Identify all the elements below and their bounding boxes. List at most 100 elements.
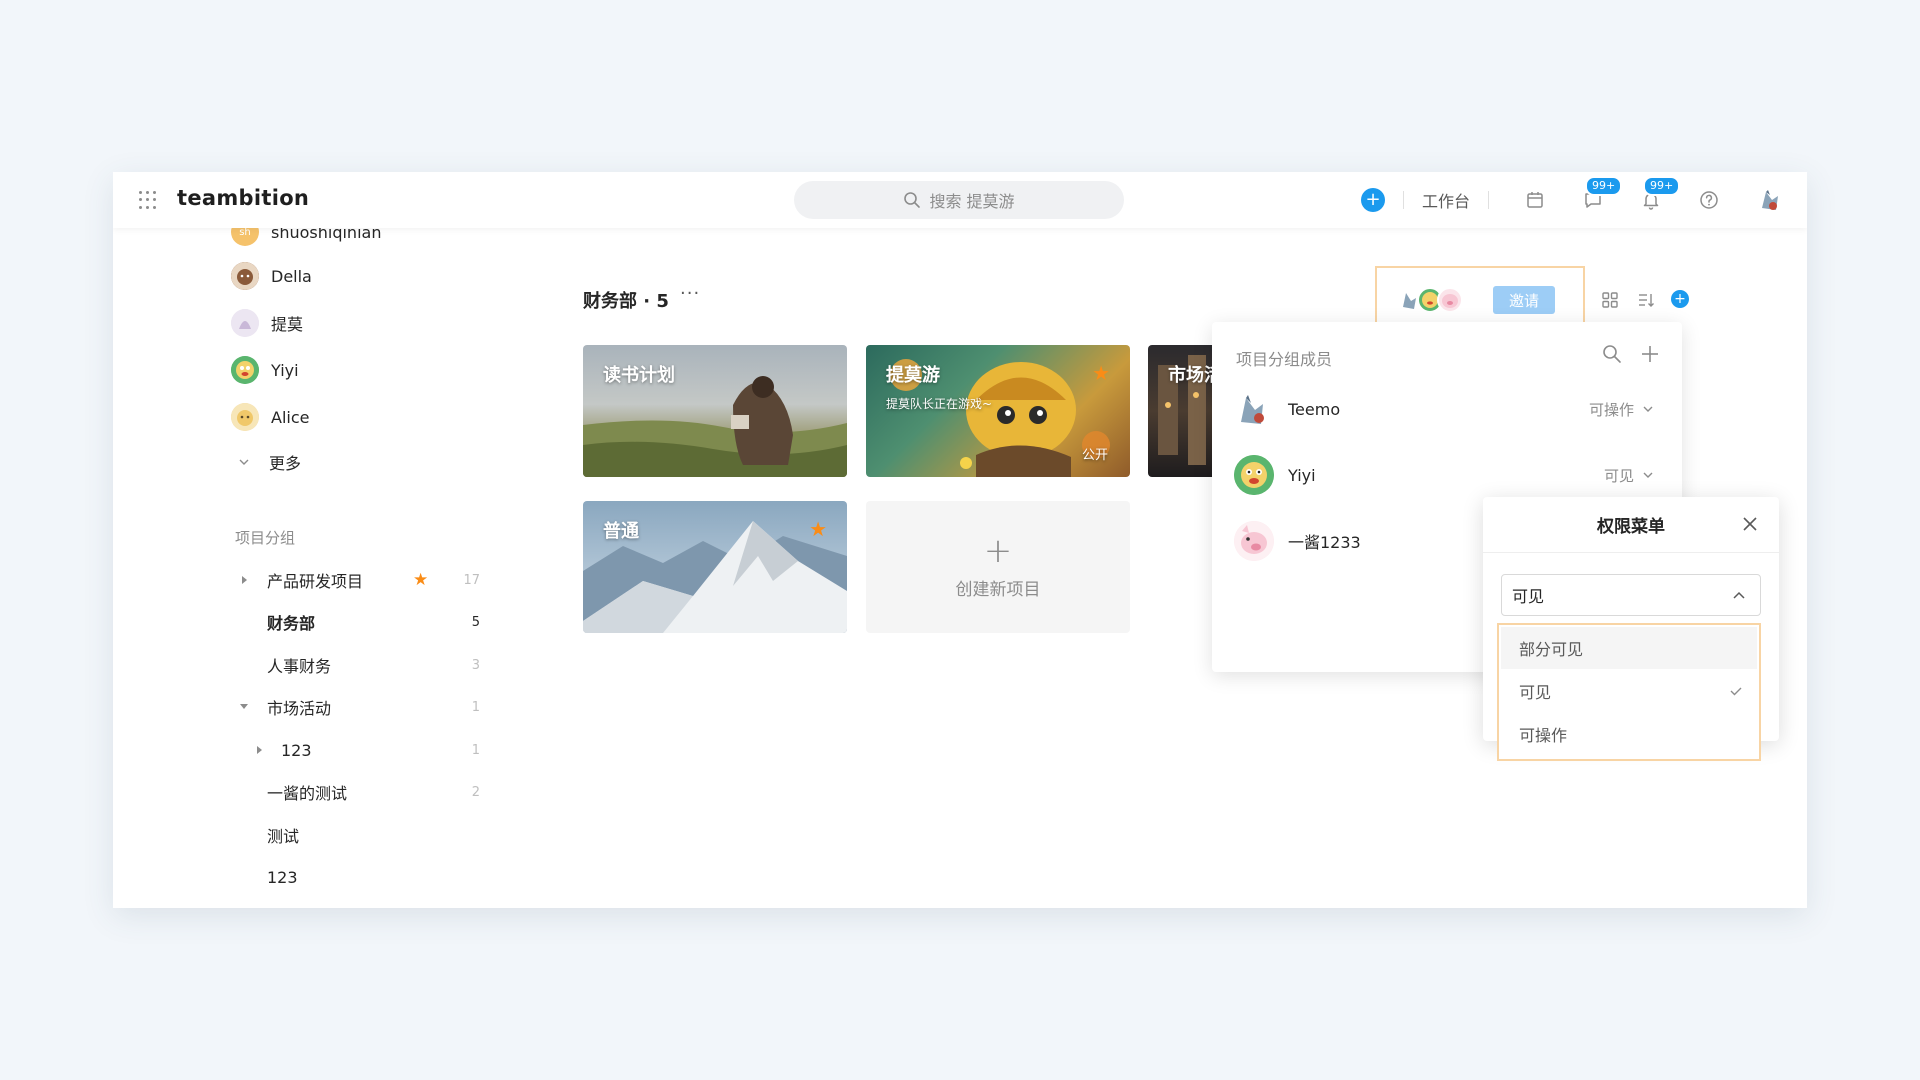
avatar (231, 309, 259, 337)
grid-view-icon[interactable] (1600, 290, 1620, 310)
search-bar[interactable]: 搜索 提莫游 (794, 181, 1124, 219)
chevron-down-icon (1643, 472, 1653, 478)
user-avatar[interactable] (1755, 185, 1785, 215)
permission-options-list: 部分可见 可见 可操作 (1497, 623, 1761, 761)
chevron-down-icon (1643, 406, 1653, 412)
member-avatar-stack[interactable] (1397, 287, 1463, 313)
search-icon (904, 192, 921, 208)
plus-icon: + (983, 530, 1013, 571)
sidebar-group-item[interactable]: 产品研发项目 ★ 17 (113, 565, 533, 595)
section-more-button[interactable]: ··· (680, 283, 700, 304)
project-title: 提莫游 (886, 365, 940, 386)
group-count: 2 (471, 784, 480, 800)
star-icon[interactable]: ★ (809, 517, 827, 541)
divider (1402, 191, 1404, 209)
sidebar-group-item[interactable]: 人事财务 3 (113, 650, 533, 680)
sidebar-group-item[interactable]: 市场活动 1 (113, 692, 533, 722)
help-icon[interactable] (1697, 188, 1721, 212)
group-label: 123 (281, 740, 312, 760)
workbench-link[interactable]: 工作台 (1422, 188, 1470, 212)
calendar-icon[interactable] (1523, 188, 1547, 212)
group-section-title: 项目分组 (235, 529, 296, 547)
notification-badge: 99+ (1643, 176, 1681, 196)
message-icon[interactable]: 99+ (1581, 176, 1623, 212)
project-card[interactable]: 普通 ★ (583, 501, 847, 633)
avatar (1234, 521, 1274, 561)
member-name: 提莫 (271, 315, 304, 334)
permission-option[interactable]: 可操作 (1501, 713, 1757, 755)
project-title: 读书计划 (603, 365, 675, 386)
sidebar-member[interactable]: Yiyi (231, 356, 299, 384)
group-count: 5 (471, 614, 480, 630)
bell-icon[interactable]: 99+ (1639, 176, 1681, 212)
app-grid-icon[interactable] (139, 191, 157, 209)
permission-option[interactable]: 部分可见 (1501, 627, 1757, 669)
sort-icon[interactable] (1636, 290, 1656, 310)
member-name: Alice (271, 407, 310, 427)
sidebar-group-item[interactable]: 测试 (113, 820, 533, 850)
member-name: Teemo (1288, 399, 1341, 419)
group-label: 一酱的测试 (267, 784, 348, 803)
sidebar-member[interactable]: Alice (231, 403, 309, 431)
more-members-toggle[interactable]: 更多 (237, 450, 301, 474)
group-label: 财务部 (267, 614, 316, 633)
group-count: 1 (471, 742, 480, 758)
expand-right-icon (257, 746, 262, 754)
member-row[interactable]: Teemo 可操作 (1234, 389, 1654, 429)
project-subtitle: 提莫队长正在游戏~ (886, 397, 993, 411)
sidebar-group-item[interactable]: 123 (113, 862, 533, 892)
group-label: 123 (267, 867, 298, 887)
permission-select[interactable]: 可见 (1501, 574, 1761, 616)
member-name: Della (271, 266, 312, 286)
search-icon[interactable] (1602, 344, 1622, 368)
avatar (231, 403, 259, 431)
app-window: teambition 搜索 提莫游 + 工作台 99+ 99+ sh shuos… (113, 172, 1807, 908)
avatar (1234, 455, 1274, 495)
chevron-down-icon (239, 459, 249, 465)
public-badge: 公开 (1081, 448, 1108, 463)
permission-dropdown[interactable]: 可见 (1604, 465, 1654, 486)
invite-button[interactable]: 邀请 (1493, 286, 1555, 314)
create-button[interactable]: + (1360, 188, 1385, 212)
more-label: 更多 (269, 454, 302, 473)
group-count: 3 (471, 657, 480, 673)
star-icon[interactable]: ★ (1092, 361, 1110, 385)
sidebar-group-item[interactable]: 123 1 (113, 735, 533, 765)
avatar (231, 262, 259, 290)
member-name: Yiyi (1288, 465, 1316, 485)
project-title: 普通 (603, 521, 639, 542)
project-card[interactable]: 提莫游 提莫队长正在游戏~ ★ 公开 (866, 345, 1130, 477)
close-icon[interactable] (1741, 515, 1759, 537)
group-count: 1 (471, 699, 480, 715)
permission-dropdown[interactable]: 可操作 (1589, 399, 1654, 420)
sidebar-group-item[interactable]: 财务部 5 (113, 607, 533, 637)
member-name: 一酱1233 (1288, 533, 1361, 552)
section-title: 财务部 · 5 (583, 291, 669, 312)
top-bar: teambition 搜索 提莫游 + 工作台 99+ 99+ (113, 172, 1807, 228)
chevron-up-icon (1733, 591, 1745, 599)
member-name: Yiyi (271, 360, 299, 380)
project-card[interactable]: 读书计划 (583, 345, 847, 477)
expand-right-icon (242, 576, 247, 584)
popover-title: 项目分组成员 (1236, 350, 1333, 369)
app-logo[interactable]: teambition (177, 186, 309, 210)
create-project-label: 创建新项目 (955, 579, 1041, 600)
member-row[interactable]: Yiyi 可见 (1234, 455, 1654, 495)
avatar (231, 356, 259, 384)
sidebar: sh shuoshiqinian Della 提莫 Yiyi Alice 更多 … (113, 218, 533, 908)
add-project-button[interactable]: + (1671, 290, 1689, 308)
sidebar-group-item[interactable]: 一酱的测试 2 (113, 777, 533, 807)
star-icon[interactable]: ★ (413, 570, 428, 590)
group-label: 产品研发项目 (267, 572, 364, 591)
group-label: 人事财务 (267, 657, 332, 676)
avatar (1437, 287, 1463, 313)
create-project-card[interactable]: + 创建新项目 (866, 501, 1130, 633)
permission-option[interactable]: 可见 (1501, 670, 1757, 712)
check-icon (1730, 687, 1742, 696)
permission-menu-title: 权限菜单 (1483, 497, 1779, 553)
sidebar-member[interactable]: 提莫 (231, 309, 303, 337)
add-member-icon[interactable] (1640, 344, 1660, 368)
group-label: 测试 (267, 827, 300, 846)
group-count: 17 (463, 572, 480, 588)
sidebar-member[interactable]: Della (231, 262, 312, 290)
